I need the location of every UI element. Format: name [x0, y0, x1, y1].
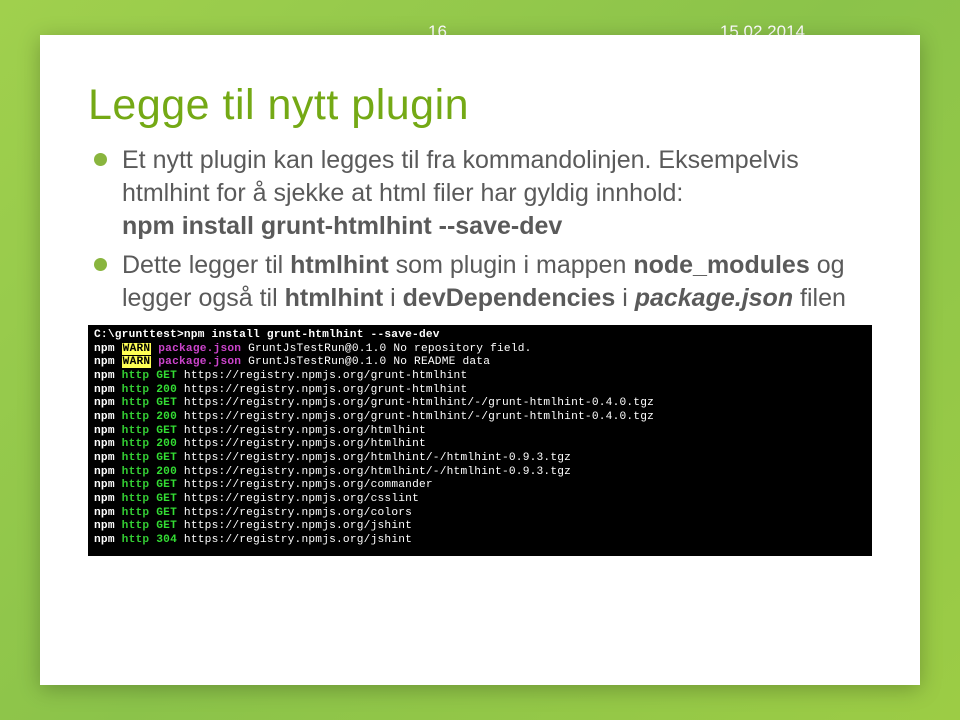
bullet-1-command: npm install grunt-htmlhint --save-dev: [122, 212, 562, 240]
b2-package-json: package.json: [635, 284, 793, 312]
t-200: 200: [156, 438, 177, 450]
t-npm: npm: [94, 452, 115, 464]
t-http: http: [122, 466, 150, 478]
b2-htmlhint-2: htmlhint: [285, 284, 384, 312]
t-http: http: [122, 493, 150, 505]
t-npm: npm: [94, 534, 115, 546]
b2-devdeps: devDependencies: [403, 284, 616, 312]
bullet-list: Et nytt plugin kan legges til fra komman…: [94, 144, 872, 315]
t-pkg: package.json: [158, 343, 241, 355]
t-npm: npm: [94, 425, 115, 437]
t-http: http: [122, 370, 150, 382]
t-get: GET: [156, 507, 177, 519]
b2-node-modules: node_modules: [633, 251, 809, 279]
t-get: GET: [156, 370, 177, 382]
t-url: https://registry.npmjs.org/grunt-htmlhin…: [184, 370, 467, 382]
t-npm: npm: [94, 356, 115, 368]
t-http: http: [122, 384, 150, 396]
t-200: 200: [156, 411, 177, 423]
terminal-prompt: C:\grunttest>npm install grunt-htmlhint …: [94, 329, 440, 341]
bullet-2: Dette legger til htmlhint som plugin i m…: [94, 249, 872, 315]
t-http: http: [122, 534, 150, 546]
t-304: 304: [156, 534, 177, 546]
b2-seg-a: Dette legger til: [122, 251, 290, 279]
t-npm: npm: [94, 493, 115, 505]
t-http: http: [122, 425, 150, 437]
t-npm: npm: [94, 520, 115, 532]
t-get: GET: [156, 425, 177, 437]
b2-htmlhint-1: htmlhint: [290, 251, 389, 279]
t-npm: npm: [94, 370, 115, 382]
slide-title: Legge til nytt plugin: [88, 81, 872, 130]
t-http: http: [122, 520, 150, 532]
terminal-output: C:\grunttest>npm install grunt-htmlhint …: [88, 325, 872, 556]
t-warn2: GruntJsTestRun@0.1.0 No README data: [241, 356, 490, 368]
t-get: GET: [156, 479, 177, 491]
bullet-1-text: Et nytt plugin kan legges til fra komman…: [122, 146, 799, 207]
t-url: https://registry.npmjs.org/htmlhint: [184, 438, 426, 450]
t-url: https://registry.npmjs.org/htmlhint/-/ht…: [184, 466, 571, 478]
t-npm: npm: [94, 397, 115, 409]
t-npm: npm: [94, 507, 115, 519]
t-url: https://registry.npmjs.org/htmlhint/-/ht…: [184, 452, 571, 464]
t-url: https://registry.npmjs.org/jshint: [184, 534, 412, 546]
b2-seg-i: i: [615, 284, 634, 312]
b2-seg-c: som plugin i mappen: [389, 251, 634, 279]
b2-seg-k: filen: [793, 284, 846, 312]
t-get: GET: [156, 520, 177, 532]
t-npm: npm: [94, 438, 115, 450]
t-http: http: [122, 452, 150, 464]
t-pkg: package.json: [158, 356, 241, 368]
t-http: http: [122, 397, 150, 409]
t-200: 200: [156, 466, 177, 478]
t-warn1: GruntJsTestRun@0.1.0 No repository field…: [241, 343, 531, 355]
t-warn: WARN: [122, 356, 152, 368]
t-npm: npm: [94, 384, 115, 396]
t-url: https://registry.npmjs.org/jshint: [184, 520, 412, 532]
t-200: 200: [156, 384, 177, 396]
b2-seg-g: i: [383, 284, 402, 312]
t-url: https://registry.npmjs.org/colors: [184, 507, 412, 519]
bullet-1: Et nytt plugin kan legges til fra komman…: [94, 144, 872, 243]
t-url: https://registry.npmjs.org/csslint: [184, 493, 419, 505]
slide: Legge til nytt plugin Et nytt plugin kan…: [40, 35, 920, 685]
t-url: https://registry.npmjs.org/htmlhint: [184, 425, 426, 437]
t-url: https://registry.npmjs.org/commander: [184, 479, 433, 491]
t-npm: npm: [94, 343, 115, 355]
t-http: http: [122, 479, 150, 491]
t-url: https://registry.npmjs.org/grunt-htmlhin…: [184, 411, 654, 423]
t-npm: npm: [94, 479, 115, 491]
t-get: GET: [156, 397, 177, 409]
t-npm: npm: [94, 411, 115, 423]
t-http: http: [122, 438, 150, 450]
t-npm: npm: [94, 466, 115, 478]
t-http: http: [122, 507, 150, 519]
t-warn: WARN: [122, 343, 152, 355]
t-get: GET: [156, 452, 177, 464]
t-http: http: [122, 411, 150, 423]
t-url: https://registry.npmjs.org/grunt-htmlhin…: [184, 384, 467, 396]
t-url: https://registry.npmjs.org/grunt-htmlhin…: [184, 397, 654, 409]
t-get: GET: [156, 493, 177, 505]
